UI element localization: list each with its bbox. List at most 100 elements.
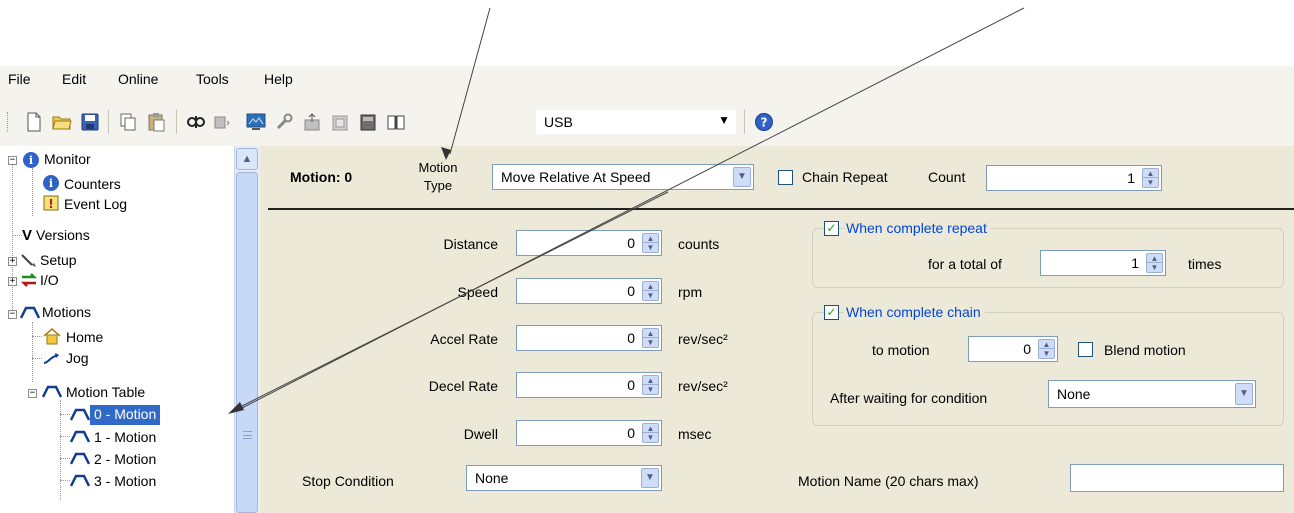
repeat-times-stepper[interactable]: 1 ▲ ▼ bbox=[1040, 250, 1166, 276]
spin-up-icon[interactable]: ▲ bbox=[643, 376, 658, 385]
stop-condition-select[interactable]: None ▼ bbox=[466, 465, 662, 491]
spin-down-icon[interactable]: ▼ bbox=[1147, 263, 1162, 272]
spin-down-icon[interactable]: ▼ bbox=[643, 338, 658, 347]
svg-text:i: i bbox=[49, 177, 53, 190]
collapse-icon[interactable]: − bbox=[8, 156, 17, 165]
spin-up-icon[interactable]: ▲ bbox=[643, 329, 658, 338]
to-motion-stepper[interactable]: 0 ▲ ▼ bbox=[968, 336, 1058, 362]
accel-rate-label: Accel Rate bbox=[430, 331, 498, 347]
chevron-down-icon[interactable]: ▼ bbox=[733, 167, 751, 187]
distance-stepper[interactable]: 0 ▲ ▼ bbox=[516, 230, 662, 256]
spin-up-icon[interactable]: ▲ bbox=[643, 282, 658, 291]
open-folder-icon[interactable] bbox=[52, 112, 72, 132]
chevron-down-icon[interactable]: ▼ bbox=[1235, 383, 1253, 405]
paste-icon[interactable] bbox=[146, 112, 166, 132]
port-select-value: USB bbox=[544, 114, 573, 130]
device-icon[interactable] bbox=[212, 112, 232, 132]
manual-icon[interactable] bbox=[386, 112, 406, 132]
tree-connector bbox=[32, 168, 33, 216]
copy-icon[interactable] bbox=[118, 112, 138, 132]
spin-buttons[interactable]: ▲ ▼ bbox=[1146, 253, 1163, 273]
collapse-icon[interactable]: − bbox=[28, 389, 37, 398]
download-icon[interactable] bbox=[330, 112, 350, 132]
spin-up-icon[interactable]: ▲ bbox=[1039, 340, 1054, 349]
tree-label: Home bbox=[66, 329, 104, 345]
upload-icon[interactable] bbox=[302, 112, 322, 132]
tree-connector bbox=[60, 400, 61, 500]
motion-type-select[interactable]: Move Relative At Speed ▼ bbox=[492, 164, 754, 190]
drive-icon[interactable] bbox=[358, 112, 378, 132]
tree-label: Event Log bbox=[64, 196, 128, 212]
spin-buttons[interactable]: ▲ ▼ bbox=[642, 423, 659, 443]
decel-rate-stepper[interactable]: 0 ▲ ▼ bbox=[516, 372, 662, 398]
connect-icon[interactable] bbox=[186, 112, 206, 132]
tree-connector bbox=[32, 322, 33, 382]
svg-text:?: ? bbox=[761, 116, 768, 130]
tree-label: Motion Table bbox=[66, 384, 146, 400]
save-icon[interactable] bbox=[80, 112, 100, 132]
collapse-icon[interactable]: − bbox=[8, 310, 17, 319]
expand-icon[interactable]: + bbox=[8, 277, 17, 286]
spin-buttons[interactable]: ▲ ▼ bbox=[1142, 168, 1159, 188]
tree-connector bbox=[12, 164, 13, 316]
wait-condition-label: After waiting for condition bbox=[830, 390, 988, 406]
spin-down-icon[interactable]: ▼ bbox=[643, 291, 658, 300]
toolbar-grip[interactable] bbox=[7, 112, 10, 132]
spin-down-icon[interactable]: ▼ bbox=[1039, 349, 1054, 358]
blend-motion-checkbox[interactable] bbox=[1078, 342, 1093, 357]
menu-help[interactable]: Help bbox=[264, 71, 293, 87]
accel-rate-stepper[interactable]: 0 ▲ ▼ bbox=[516, 325, 662, 351]
wrench-icon[interactable] bbox=[274, 112, 294, 132]
spin-up-icon[interactable]: ▲ bbox=[643, 234, 658, 243]
motion-icon bbox=[70, 474, 90, 487]
when-complete-repeat-checkbox[interactable]: ✓ bbox=[824, 221, 839, 236]
total-label: for a total of bbox=[928, 256, 1002, 272]
blend-motion-label: Blend motion bbox=[1104, 342, 1186, 358]
spin-up-icon[interactable]: ▲ bbox=[1147, 254, 1162, 263]
new-file-icon[interactable] bbox=[24, 112, 44, 132]
accel-rate-unit: rev/sec² bbox=[678, 331, 728, 347]
spin-up-icon[interactable]: ▲ bbox=[1143, 169, 1158, 178]
count-stepper[interactable]: 1 ▲ ▼ bbox=[986, 165, 1162, 191]
tree-label: 1 - Motion bbox=[94, 429, 157, 445]
motion-name-input[interactable] bbox=[1070, 464, 1284, 492]
spin-down-icon[interactable]: ▼ bbox=[643, 385, 658, 394]
port-select[interactable]: USB ▼ bbox=[536, 110, 736, 134]
spin-down-icon[interactable]: ▼ bbox=[643, 433, 658, 442]
spin-up-icon[interactable]: ▲ bbox=[643, 424, 658, 433]
scroll-thumb[interactable] bbox=[236, 172, 258, 513]
speed-stepper[interactable]: 0 ▲ ▼ bbox=[516, 278, 662, 304]
tree-label: Jog bbox=[66, 350, 89, 366]
wait-condition-select[interactable]: None ▼ bbox=[1048, 380, 1256, 408]
expand-icon[interactable]: + bbox=[8, 257, 17, 266]
tree-connector bbox=[60, 458, 70, 459]
help-icon[interactable]: ? bbox=[754, 112, 774, 132]
spin-buttons[interactable]: ▲ ▼ bbox=[642, 375, 659, 395]
spin-buttons[interactable]: ▲ ▼ bbox=[1038, 339, 1055, 359]
menu-online[interactable]: Online bbox=[118, 71, 158, 87]
chain-repeat-checkbox[interactable] bbox=[778, 170, 793, 185]
scroll-up-button[interactable]: ▲ bbox=[236, 148, 258, 170]
speed-unit: rpm bbox=[678, 284, 703, 300]
motion-icon bbox=[70, 430, 90, 443]
dwell-unit: msec bbox=[678, 426, 712, 442]
menu-tools[interactable]: Tools bbox=[196, 71, 229, 87]
spin-down-icon[interactable]: ▼ bbox=[1143, 178, 1158, 187]
menu-bar: File Edit Online Tools Help bbox=[0, 66, 1294, 92]
when-complete-chain-checkbox[interactable]: ✓ bbox=[824, 305, 839, 320]
monitor-icon[interactable] bbox=[246, 112, 266, 132]
wait-condition-value: None bbox=[1057, 386, 1091, 402]
motion-type-label-line2: Type bbox=[423, 178, 453, 193]
tree-label: I/O bbox=[40, 272, 59, 288]
chevron-down-icon[interactable]: ▼ bbox=[641, 468, 659, 488]
spin-buttons[interactable]: ▲ ▼ bbox=[642, 281, 659, 301]
motion-icon bbox=[20, 306, 40, 319]
setup-icon bbox=[21, 254, 36, 267]
dwell-stepper[interactable]: 0 ▲ ▼ bbox=[516, 420, 662, 446]
menu-file[interactable]: File bbox=[8, 71, 31, 87]
spin-down-icon[interactable]: ▼ bbox=[643, 243, 658, 252]
menu-edit[interactable]: Edit bbox=[62, 71, 86, 87]
spin-buttons[interactable]: ▲ ▼ bbox=[642, 328, 659, 348]
tree-scrollbar[interactable]: ▲ bbox=[234, 146, 260, 513]
spin-buttons[interactable]: ▲ ▼ bbox=[642, 233, 659, 253]
